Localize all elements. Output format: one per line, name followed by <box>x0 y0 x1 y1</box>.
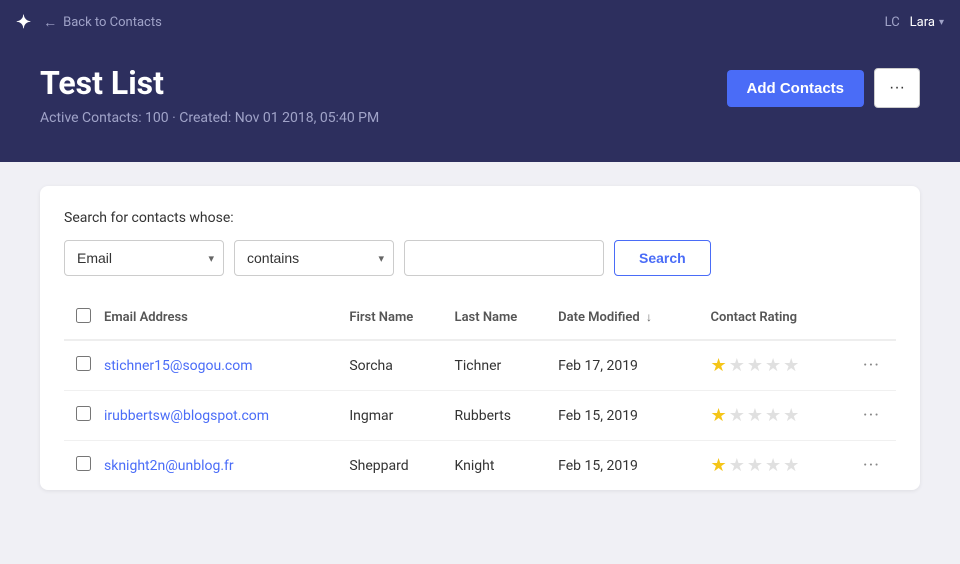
row-email: sknight2n@unblog.fr <box>104 441 349 491</box>
user-initials: LC <box>885 15 900 30</box>
header-info: Test List Active Contacts: 100 · Created… <box>40 64 379 126</box>
row-checkbox-cell <box>64 391 104 441</box>
star-1[interactable]: ★ <box>711 455 727 476</box>
back-arrow-icon: ← <box>43 14 57 31</box>
condition-select-wrapper: contains equals starts with ends with ▾ <box>234 240 394 276</box>
row-first-name: Sorcha <box>349 340 454 391</box>
star-4[interactable]: ★ <box>765 355 781 376</box>
add-contacts-button[interactable]: Add Contacts <box>727 70 865 107</box>
email-link[interactable]: sknight2n@unblog.fr <box>104 458 234 474</box>
star-1[interactable]: ★ <box>711 355 727 376</box>
contacts-table-wrapper: Email Address First Name Last Name Date … <box>64 296 896 490</box>
search-button[interactable]: Search <box>614 240 711 276</box>
row-checkbox-1[interactable] <box>76 406 91 421</box>
col-actions-header <box>850 296 896 340</box>
star-2[interactable]: ★ <box>729 355 745 376</box>
field-select[interactable]: Email First Name Last Name <box>64 240 224 276</box>
col-last-name: Last Name <box>455 296 559 340</box>
col-date-modified[interactable]: Date Modified ↓ <box>558 296 710 340</box>
star-3[interactable]: ★ <box>747 355 763 376</box>
star-2[interactable]: ★ <box>729 455 745 476</box>
row-rating: ★★★★★ <box>711 391 851 441</box>
more-options-button[interactable]: ··· <box>874 68 920 108</box>
nav-right: LC Lara ▾ <box>885 15 944 30</box>
row-actions-button[interactable]: ··· <box>850 391 896 441</box>
contacts-table: Email Address First Name Last Name Date … <box>64 296 896 490</box>
back-label: Back to Contacts <box>63 15 162 30</box>
row-last-name: Knight <box>455 441 559 491</box>
search-value-input[interactable] <box>404 240 604 276</box>
row-rating: ★★★★★ <box>711 340 851 391</box>
col-rating: Contact Rating <box>711 296 851 340</box>
row-first-name: Ingmar <box>349 391 454 441</box>
email-link[interactable]: irubbertsw@blogspot.com <box>104 408 269 424</box>
page-header: Test List Active Contacts: 100 · Created… <box>0 44 960 162</box>
star-5[interactable]: ★ <box>783 455 799 476</box>
row-rating: ★★★★★ <box>711 441 851 491</box>
search-row: Email First Name Last Name ▾ contains eq… <box>64 240 896 276</box>
col-first-name: First Name <box>349 296 454 340</box>
logo-icon: ✦ <box>16 12 31 33</box>
star-3[interactable]: ★ <box>747 405 763 426</box>
star-3[interactable]: ★ <box>747 455 763 476</box>
row-last-name: Rubberts <box>455 391 559 441</box>
star-4[interactable]: ★ <box>765 405 781 426</box>
table-row: sknight2n@unblog.fr SheppardKnightFeb 15,… <box>64 441 896 491</box>
star-1[interactable]: ★ <box>711 405 727 426</box>
star-4[interactable]: ★ <box>765 455 781 476</box>
table-header-row: Email Address First Name Last Name Date … <box>64 296 896 340</box>
select-all-checkbox[interactable] <box>76 308 91 323</box>
condition-select[interactable]: contains equals starts with ends with <box>234 240 394 276</box>
back-to-contacts-link[interactable]: ← Back to Contacts <box>43 14 162 31</box>
star-rating[interactable]: ★★★★★ <box>711 355 839 376</box>
email-link[interactable]: stichner15@sogou.com <box>104 358 253 374</box>
table-row: irubbertsw@blogspot.com IngmarRubbertsFeb… <box>64 391 896 441</box>
search-label: Search for contacts whose: <box>64 210 896 226</box>
table-row: stichner15@sogou.com SorchaTichnerFeb 17,… <box>64 340 896 391</box>
star-rating[interactable]: ★★★★★ <box>711 455 839 476</box>
field-select-wrapper: Email First Name Last Name ▾ <box>64 240 224 276</box>
row-email: irubbertsw@blogspot.com <box>104 391 349 441</box>
row-date-modified: Feb 17, 2019 <box>558 340 710 391</box>
row-date-modified: Feb 15, 2019 <box>558 391 710 441</box>
chevron-down-icon: ▾ <box>939 17 944 28</box>
top-nav: ✦ ← Back to Contacts LC Lara ▾ <box>0 0 960 44</box>
star-5[interactable]: ★ <box>783 355 799 376</box>
user-name-button[interactable]: Lara ▾ <box>910 15 944 30</box>
header-actions: Add Contacts ··· <box>727 68 920 108</box>
nav-left: ✦ ← Back to Contacts <box>16 12 162 33</box>
row-checkbox-cell <box>64 441 104 491</box>
star-5[interactable]: ★ <box>783 405 799 426</box>
star-2[interactable]: ★ <box>729 405 745 426</box>
page-title: Test List <box>40 64 379 102</box>
row-actions-button[interactable]: ··· <box>850 441 896 491</box>
row-checkbox-0[interactable] <box>76 356 91 371</box>
search-card: Search for contacts whose: Email First N… <box>40 186 920 490</box>
sort-icon: ↓ <box>646 310 652 324</box>
col-email: Email Address <box>104 296 349 340</box>
header-meta: Active Contacts: 100 · Created: Nov 01 2… <box>40 110 379 126</box>
row-first-name: Sheppard <box>349 441 454 491</box>
row-checkbox-cell <box>64 340 104 391</box>
row-email: stichner15@sogou.com <box>104 340 349 391</box>
row-checkbox-2[interactable] <box>76 456 91 471</box>
row-actions-button[interactable]: ··· <box>850 340 896 391</box>
select-all-cell <box>64 296 104 340</box>
row-date-modified: Feb 15, 2019 <box>558 441 710 491</box>
row-last-name: Tichner <box>455 340 559 391</box>
main-content: Search for contacts whose: Email First N… <box>0 162 960 514</box>
star-rating[interactable]: ★★★★★ <box>711 405 839 426</box>
